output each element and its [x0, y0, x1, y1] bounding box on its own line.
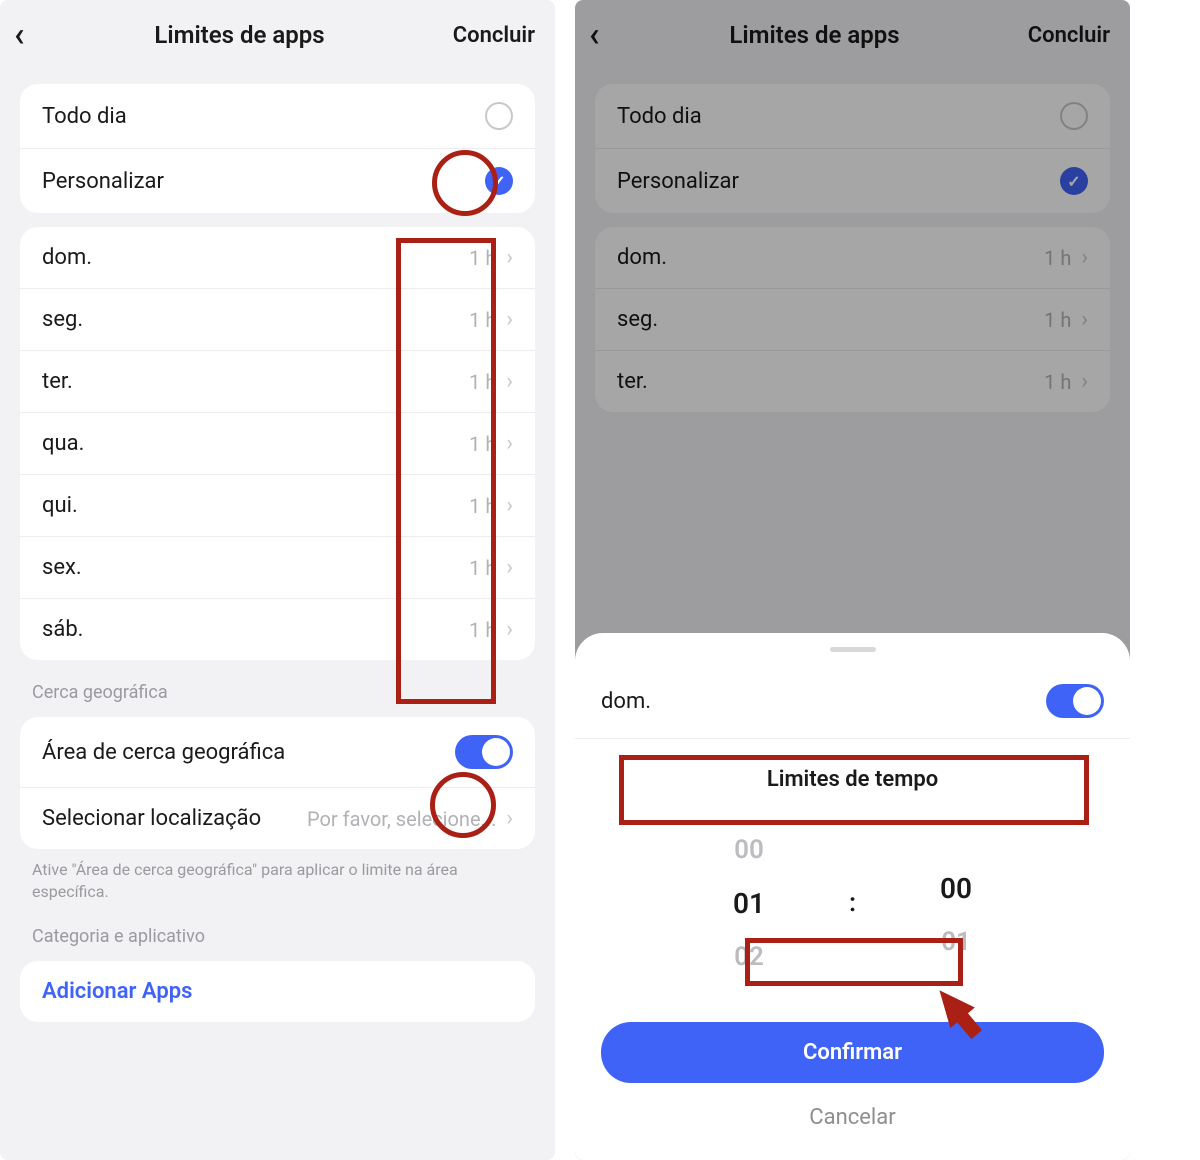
chevron-right-icon: › [506, 617, 513, 642]
picker-value: 00 [734, 835, 764, 865]
cancel-button[interactable]: Cancelar [575, 1105, 1130, 1130]
sheet-handle[interactable] [830, 647, 876, 652]
geofence-group: Área de cerca geográfica Selecionar loca… [20, 717, 535, 849]
picker-value-selected: 00 [940, 872, 972, 905]
select-location-placeholder: Por favor, selecione... [307, 807, 496, 831]
geofence-section-label: Cerca geográfica [32, 682, 523, 703]
time-picker-sheet: dom. Limites de tempo 00 01 02 : 00 01 C… [575, 633, 1130, 1160]
back-button[interactable]: ‹ [14, 18, 54, 52]
toggle-on-icon[interactable] [1046, 684, 1104, 718]
screen-right: ‹ Limites de apps Concluir Todo dia Pers… [575, 0, 1130, 1160]
picker-hours-column[interactable]: 00 01 02 [709, 835, 789, 972]
toggle-on-icon[interactable] [455, 735, 513, 769]
geofence-hint: Ative "Área de cerca geográfica" para ap… [32, 859, 523, 904]
day-label: ter. [42, 369, 469, 394]
add-apps[interactable]: Adicionar Apps [20, 961, 535, 1022]
days-group: dom. 1 h › seg. 1 h › ter. 1 h › qua. 1 … [20, 227, 535, 660]
geofence-area-label: Área de cerca geográfica [42, 740, 455, 765]
chevron-right-icon: › [506, 307, 513, 332]
day-fri[interactable]: sex. 1 h › [20, 536, 535, 598]
picker-colon: : [849, 888, 856, 918]
header: ‹ Limites de apps Concluir [0, 0, 555, 70]
day-label: qui. [42, 493, 469, 518]
picker-value: 01 [941, 927, 971, 957]
day-sat[interactable]: sáb. 1 h › [20, 598, 535, 660]
mode-everyday[interactable]: Todo dia [20, 84, 535, 148]
picker-value: 02 [734, 942, 764, 972]
picker-value-selected: 01 [733, 887, 765, 920]
apps-group: Adicionar Apps [20, 961, 535, 1022]
sheet-day-label: dom. [601, 689, 651, 714]
radio-checked-icon[interactable]: ✓ [485, 167, 513, 195]
day-wed[interactable]: qua. 1 h › [20, 412, 535, 474]
geofence-area[interactable]: Área de cerca geográfica [20, 717, 535, 787]
day-sun[interactable]: dom. 1 h › [20, 227, 535, 288]
day-value: 1 h [469, 246, 496, 270]
select-location-label: Selecionar localização [42, 806, 307, 831]
day-label: dom. [42, 245, 469, 270]
day-label: sex. [42, 555, 469, 580]
category-section-label: Categoria e aplicativo [32, 926, 523, 947]
day-label: qua. [42, 431, 469, 456]
chevron-right-icon: › [506, 245, 513, 270]
day-value: 1 h [469, 370, 496, 394]
day-value: 1 h [469, 494, 496, 518]
chevron-right-icon: › [506, 806, 513, 831]
chevron-right-icon: › [506, 369, 513, 394]
page-title: Limites de apps [54, 21, 425, 49]
sheet-title: Limites de tempo [575, 767, 1130, 792]
screen-left: ‹ Limites de apps Concluir Todo dia Pers… [0, 0, 555, 1160]
picker-minutes-column[interactable]: 00 01 [916, 850, 996, 957]
done-button[interactable]: Concluir [425, 23, 535, 48]
chevron-right-icon: › [506, 555, 513, 580]
mode-group: Todo dia Personalizar ✓ [20, 84, 535, 213]
day-label: sáb. [42, 617, 469, 642]
day-label: seg. [42, 307, 469, 332]
mode-custom-label: Personalizar [42, 169, 485, 194]
day-thu[interactable]: qui. 1 h › [20, 474, 535, 536]
day-value: 1 h [469, 308, 496, 332]
day-value: 1 h [469, 618, 496, 642]
add-apps-label: Adicionar Apps [42, 979, 513, 1004]
radio-unchecked-icon[interactable] [485, 102, 513, 130]
confirm-button[interactable]: Confirmar [601, 1022, 1104, 1083]
day-tue[interactable]: ter. 1 h › [20, 350, 535, 412]
chevron-right-icon: › [506, 431, 513, 456]
day-value: 1 h [469, 432, 496, 456]
chevron-right-icon: › [506, 493, 513, 518]
day-mon[interactable]: seg. 1 h › [20, 288, 535, 350]
geofence-select-location[interactable]: Selecionar localização Por favor, seleci… [20, 787, 535, 849]
day-value: 1 h [469, 556, 496, 580]
mode-everyday-label: Todo dia [42, 104, 485, 129]
time-picker[interactable]: 00 01 02 : 00 01 [575, 828, 1130, 978]
mode-custom[interactable]: Personalizar ✓ [20, 148, 535, 213]
sheet-day-row: dom. [575, 670, 1130, 739]
